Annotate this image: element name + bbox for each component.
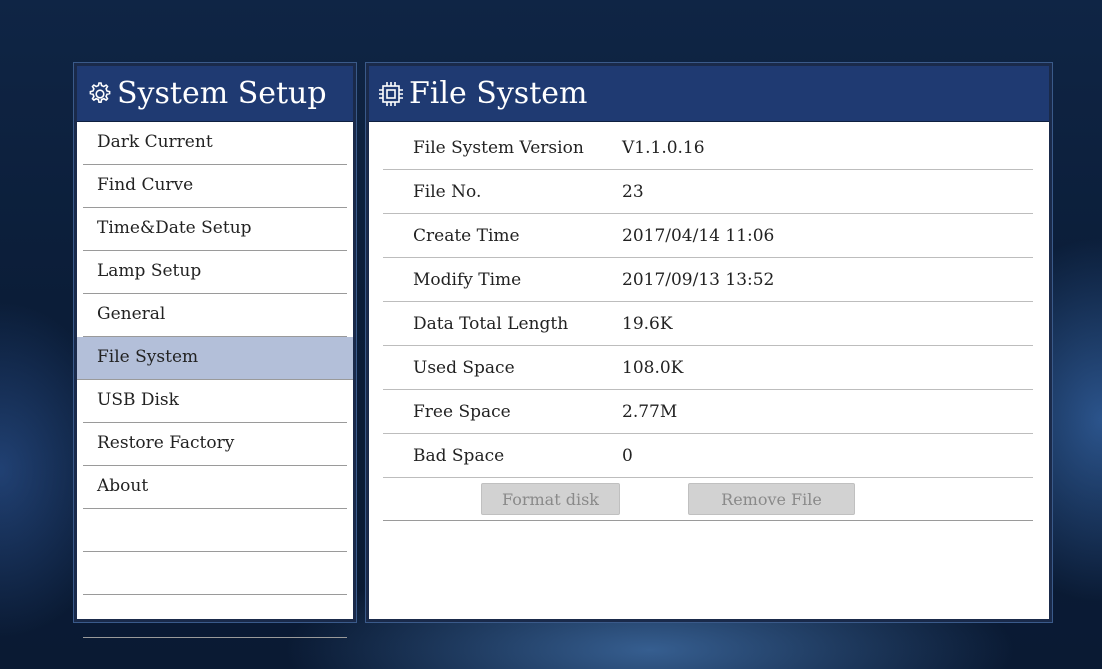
row-value: 19.6K: [622, 313, 673, 334]
row-label: File System Version: [413, 137, 584, 158]
format-disk-button[interactable]: Format disk: [481, 483, 620, 515]
row-value: 0: [622, 445, 633, 466]
menu-item-usb-disk[interactable]: USB Disk: [83, 380, 347, 423]
gear-icon: [85, 80, 113, 108]
info-row-modify-time: Modify Time 2017/09/13 13:52: [383, 258, 1033, 302]
menu-item-time-date-setup[interactable]: Time&Date Setup: [83, 208, 347, 251]
menu-item-file-system[interactable]: File System: [77, 337, 353, 380]
menu-item-empty: [83, 552, 347, 595]
file-system-header: File System: [369, 66, 1049, 122]
info-row-data-total-length: Data Total Length 19.6K: [383, 302, 1033, 346]
row-value: 108.0K: [622, 357, 684, 378]
file-system-panel: File System File System Version V1.1.0.1…: [366, 63, 1052, 622]
system-setup-header: System Setup: [77, 66, 353, 122]
menu-item-lamp-setup[interactable]: Lamp Setup: [83, 251, 347, 294]
row-label: Data Total Length: [413, 313, 569, 334]
row-value: 2017/04/14 11:06: [622, 225, 775, 246]
menu-item-about[interactable]: About: [83, 466, 347, 509]
row-label: Used Space: [413, 357, 515, 378]
info-row-free-space: Free Space 2.77M: [383, 390, 1033, 434]
system-setup-title: System Setup: [117, 76, 327, 111]
row-label: Create Time: [413, 225, 520, 246]
row-value: 2017/09/13 13:52: [622, 269, 775, 290]
row-label: File No.: [413, 181, 482, 202]
chip-icon: [377, 80, 405, 108]
row-label: Free Space: [413, 401, 511, 422]
menu-item-empty: [83, 509, 347, 552]
remove-file-button[interactable]: Remove File: [688, 483, 855, 515]
row-label: Modify Time: [413, 269, 522, 290]
menu-item-general[interactable]: General: [83, 294, 347, 337]
row-value: V1.1.0.16: [622, 137, 705, 158]
menu-item-restore-factory[interactable]: Restore Factory: [83, 423, 347, 466]
system-setup-panel: System Setup Dark Current Find Curve Tim…: [74, 63, 356, 638]
menu-item-empty: [83, 595, 347, 638]
menu-item-dark-current[interactable]: Dark Current: [83, 122, 347, 165]
row-value: 2.77M: [622, 401, 678, 422]
info-row-file-system-version: File System Version V1.1.0.16: [383, 126, 1033, 170]
file-system-title: File System: [409, 76, 588, 111]
menu-item-find-curve[interactable]: Find Curve: [83, 165, 347, 208]
info-row-bad-space: Bad Space 0: [383, 434, 1033, 478]
info-row-used-space: Used Space 108.0K: [383, 346, 1033, 390]
file-system-info: File System Version V1.1.0.16 File No. 2…: [383, 122, 1033, 521]
row-label: Bad Space: [413, 445, 505, 466]
info-row-create-time: Create Time 2017/04/14 11:06: [383, 214, 1033, 258]
row-value: 23: [622, 181, 644, 202]
info-row-file-no: File No. 23: [383, 170, 1033, 214]
setup-menu: Dark Current Find Curve Time&Date Setup …: [77, 122, 353, 638]
action-buttons: Format disk Remove File: [383, 478, 1033, 521]
